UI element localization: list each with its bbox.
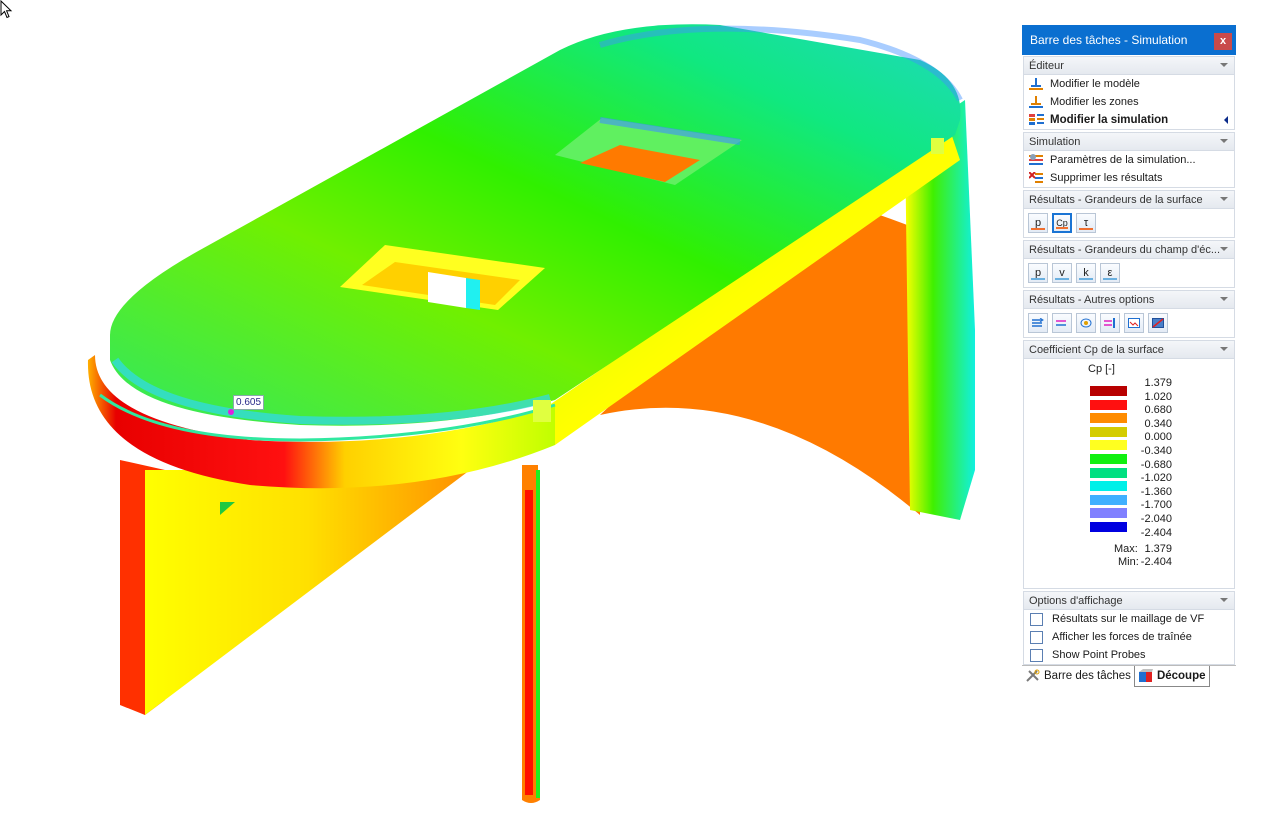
legend-swatch bbox=[1090, 467, 1127, 478]
tools-icon bbox=[1026, 669, 1040, 682]
legend-swatch bbox=[1090, 399, 1127, 410]
tab-taskbar[interactable]: Barre des tâches bbox=[1022, 666, 1134, 686]
simulation-taskbar-panel: Barre des tâches - Simulation x Éditeur … bbox=[1022, 25, 1236, 688]
arrows-icon bbox=[1056, 320, 1066, 326]
section-simulation: Simulation Paramètres de la simulation..… bbox=[1023, 132, 1235, 188]
iso-surfaces-icon bbox=[1080, 318, 1092, 328]
section-header-surface-results[interactable]: Résultats - Grandeurs de la surface bbox=[1024, 191, 1234, 209]
streamlines-button[interactable] bbox=[1028, 313, 1048, 333]
surface-cp-button[interactable]: Cp bbox=[1052, 213, 1072, 233]
panel-title: Barre des tâches - Simulation bbox=[1030, 33, 1188, 47]
chevron-down-icon bbox=[1220, 598, 1228, 602]
checkbox-point-probes[interactable]: Show Point Probes bbox=[1024, 646, 1234, 664]
surface-pressure-button[interactable]: p bbox=[1028, 213, 1048, 233]
menu-item-edit-simulation[interactable]: Modifier la simulation bbox=[1024, 111, 1234, 129]
legend-value: -1.020 bbox=[1140, 472, 1172, 485]
legend-value: 1.379 bbox=[1144, 377, 1172, 389]
legend-swatch bbox=[1090, 426, 1127, 437]
close-button[interactable]: x bbox=[1214, 33, 1232, 50]
color-legend: Cp [-] Max: 1.379 Min: -2.404 1.379 1.020… bbox=[1024, 359, 1234, 588]
field-epsilon-button[interactable]: ε bbox=[1100, 263, 1120, 283]
chevron-down-icon bbox=[1220, 139, 1228, 143]
legend-value: 0.000 bbox=[1144, 431, 1172, 444]
model-render bbox=[87, 24, 975, 803]
checkbox-box[interactable] bbox=[1030, 612, 1043, 626]
field-velocity-button[interactable]: v bbox=[1052, 263, 1072, 283]
tab-clipping[interactable]: Découpe bbox=[1133, 666, 1210, 687]
legend-value: 0.680 bbox=[1144, 404, 1172, 417]
panel-titlebar: Barre des tâches - Simulation x bbox=[1022, 25, 1236, 55]
chevron-down-icon bbox=[1220, 347, 1228, 351]
clipping-icon bbox=[1152, 318, 1164, 328]
diagram-icon bbox=[1128, 318, 1140, 328]
left-fin bbox=[145, 470, 470, 715]
legend-value: -1.360 bbox=[1140, 485, 1172, 498]
point-probe-value: 0.605 bbox=[233, 395, 265, 410]
legend-swatch bbox=[1090, 494, 1127, 505]
legend-value: -2.040 bbox=[1140, 513, 1172, 525]
iso-surfaces-button[interactable] bbox=[1076, 313, 1096, 333]
legend-swatch bbox=[1090, 413, 1127, 424]
chevron-down-icon bbox=[1220, 247, 1228, 251]
legend-swatch bbox=[1090, 481, 1127, 492]
legend-value: -2.404 bbox=[1140, 526, 1172, 539]
chevron-down-icon bbox=[1220, 63, 1228, 67]
legend-max-value: 1.379 bbox=[1144, 543, 1172, 555]
simulation-edit-icon bbox=[1029, 114, 1044, 126]
checkbox-box[interactable] bbox=[1030, 648, 1043, 662]
legend-swatch bbox=[1090, 508, 1127, 519]
section-header-other-options[interactable]: Résultats - Autres options bbox=[1024, 291, 1234, 309]
clipping-box-icon bbox=[1138, 669, 1153, 682]
legend-title: Cp [-] bbox=[1088, 363, 1115, 375]
vectors-plane-icon bbox=[1104, 318, 1115, 328]
model-edit-icon bbox=[1029, 78, 1043, 90]
checkbox-drag-forces[interactable]: Afficher les forces de traînée bbox=[1024, 628, 1234, 646]
section-field-results: Résultats - Grandeurs du champ d'éc... p… bbox=[1023, 240, 1235, 288]
zones-edit-icon bbox=[1029, 96, 1043, 108]
section-cp-legend: Coefficient Cp de la surface Cp [-] Max:… bbox=[1023, 340, 1235, 589]
legend-value: 0.340 bbox=[1144, 417, 1172, 430]
menu-item-edit-model[interactable]: Modifier le modèle bbox=[1024, 75, 1234, 93]
section-header-cp-legend[interactable]: Coefficient Cp de la surface bbox=[1024, 341, 1234, 359]
menu-item-simulation-settings[interactable]: Paramètres de la simulation... bbox=[1024, 151, 1234, 169]
checkbox-fv-mesh-results[interactable]: Résultats sur le maillage de VF bbox=[1024, 610, 1234, 628]
post-cap bbox=[533, 400, 551, 422]
section-header-display-options[interactable]: Options d'affichage bbox=[1024, 592, 1234, 610]
mouse-cursor-icon bbox=[0, 0, 13, 19]
section-display-options: Options d'affichage Résultats sur le mai… bbox=[1023, 591, 1235, 665]
simulation-settings-icon bbox=[1029, 154, 1043, 166]
legend-swatch bbox=[1090, 440, 1127, 451]
menu-item-edit-zones[interactable]: Modifier les zones bbox=[1024, 93, 1234, 111]
legend-swatch bbox=[1090, 454, 1127, 464]
panel-tabs: Barre des tâches Découpe bbox=[1022, 665, 1236, 688]
delete-results-icon bbox=[1028, 171, 1043, 184]
chevron-down-icon bbox=[1220, 197, 1228, 201]
field-k-button[interactable]: k bbox=[1076, 263, 1096, 283]
section-header-simulation[interactable]: Simulation bbox=[1024, 133, 1234, 151]
section-other-options: Résultats - Autres options bbox=[1023, 290, 1235, 338]
chevron-down-icon bbox=[1220, 297, 1228, 301]
legend-value: 1.020 bbox=[1144, 390, 1172, 403]
diagram-button[interactable] bbox=[1124, 313, 1144, 333]
arrows-button[interactable] bbox=[1052, 313, 1072, 333]
legend-swatch bbox=[1090, 522, 1127, 532]
legend-value: -1.700 bbox=[1140, 499, 1172, 512]
active-indicator-icon bbox=[1224, 116, 1228, 124]
3d-viewport[interactable]: 0.605 bbox=[0, 0, 1010, 836]
legend-value: -0.680 bbox=[1140, 458, 1172, 471]
menu-item-delete-results[interactable]: Supprimer les résultats bbox=[1024, 169, 1234, 187]
section-header-editor[interactable]: Éditeur bbox=[1024, 57, 1234, 75]
vectors-plane-button[interactable] bbox=[1100, 313, 1120, 333]
surface-shear-stress-button[interactable]: τ bbox=[1076, 213, 1096, 233]
checkbox-box[interactable] bbox=[1030, 630, 1043, 644]
clipping-button[interactable] bbox=[1148, 313, 1168, 333]
streamlines-icon bbox=[1032, 318, 1044, 327]
legend-value: -0.340 bbox=[1140, 445, 1172, 457]
section-surface-results: Résultats - Grandeurs de la surface p Cp… bbox=[1023, 190, 1235, 238]
legend-swatch bbox=[1090, 386, 1127, 396]
field-pressure-button[interactable]: p bbox=[1028, 263, 1048, 283]
section-editor: Éditeur Modifier le modèle Modifier les … bbox=[1023, 56, 1235, 130]
legend-min-value: -2.404 bbox=[1140, 556, 1172, 568]
section-header-field-results[interactable]: Résultats - Grandeurs du champ d'éc... bbox=[1024, 241, 1234, 259]
